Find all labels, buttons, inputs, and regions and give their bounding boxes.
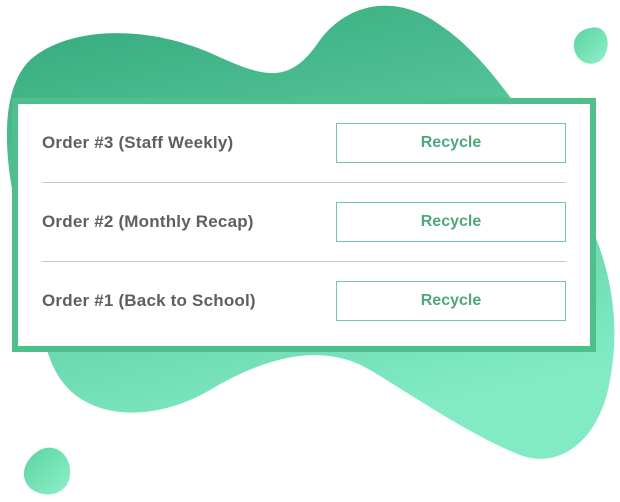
order-label: Order #3 (Staff Weekly) [42,133,234,152]
small-blob-bottom-left [23,447,71,495]
order-label: Order #2 (Monthly Recap) [42,212,254,231]
illustration-stage: Order #3 (Staff Weekly) Recycle Order #2… [0,0,620,502]
recycle-button[interactable]: Recycle [336,123,566,163]
order-label: Order #1 (Back to School) [42,291,256,310]
recycle-button[interactable]: Recycle [336,281,566,321]
order-row: Order #2 (Monthly Recap) Recycle [42,183,566,262]
orders-card: Order #3 (Staff Weekly) Recycle Order #2… [12,98,596,352]
order-row: Order #3 (Staff Weekly) Recycle [42,104,566,183]
recycle-button[interactable]: Recycle [336,202,566,242]
small-blob-top-right [573,27,608,64]
order-row: Order #1 (Back to School) Recycle [42,262,566,340]
